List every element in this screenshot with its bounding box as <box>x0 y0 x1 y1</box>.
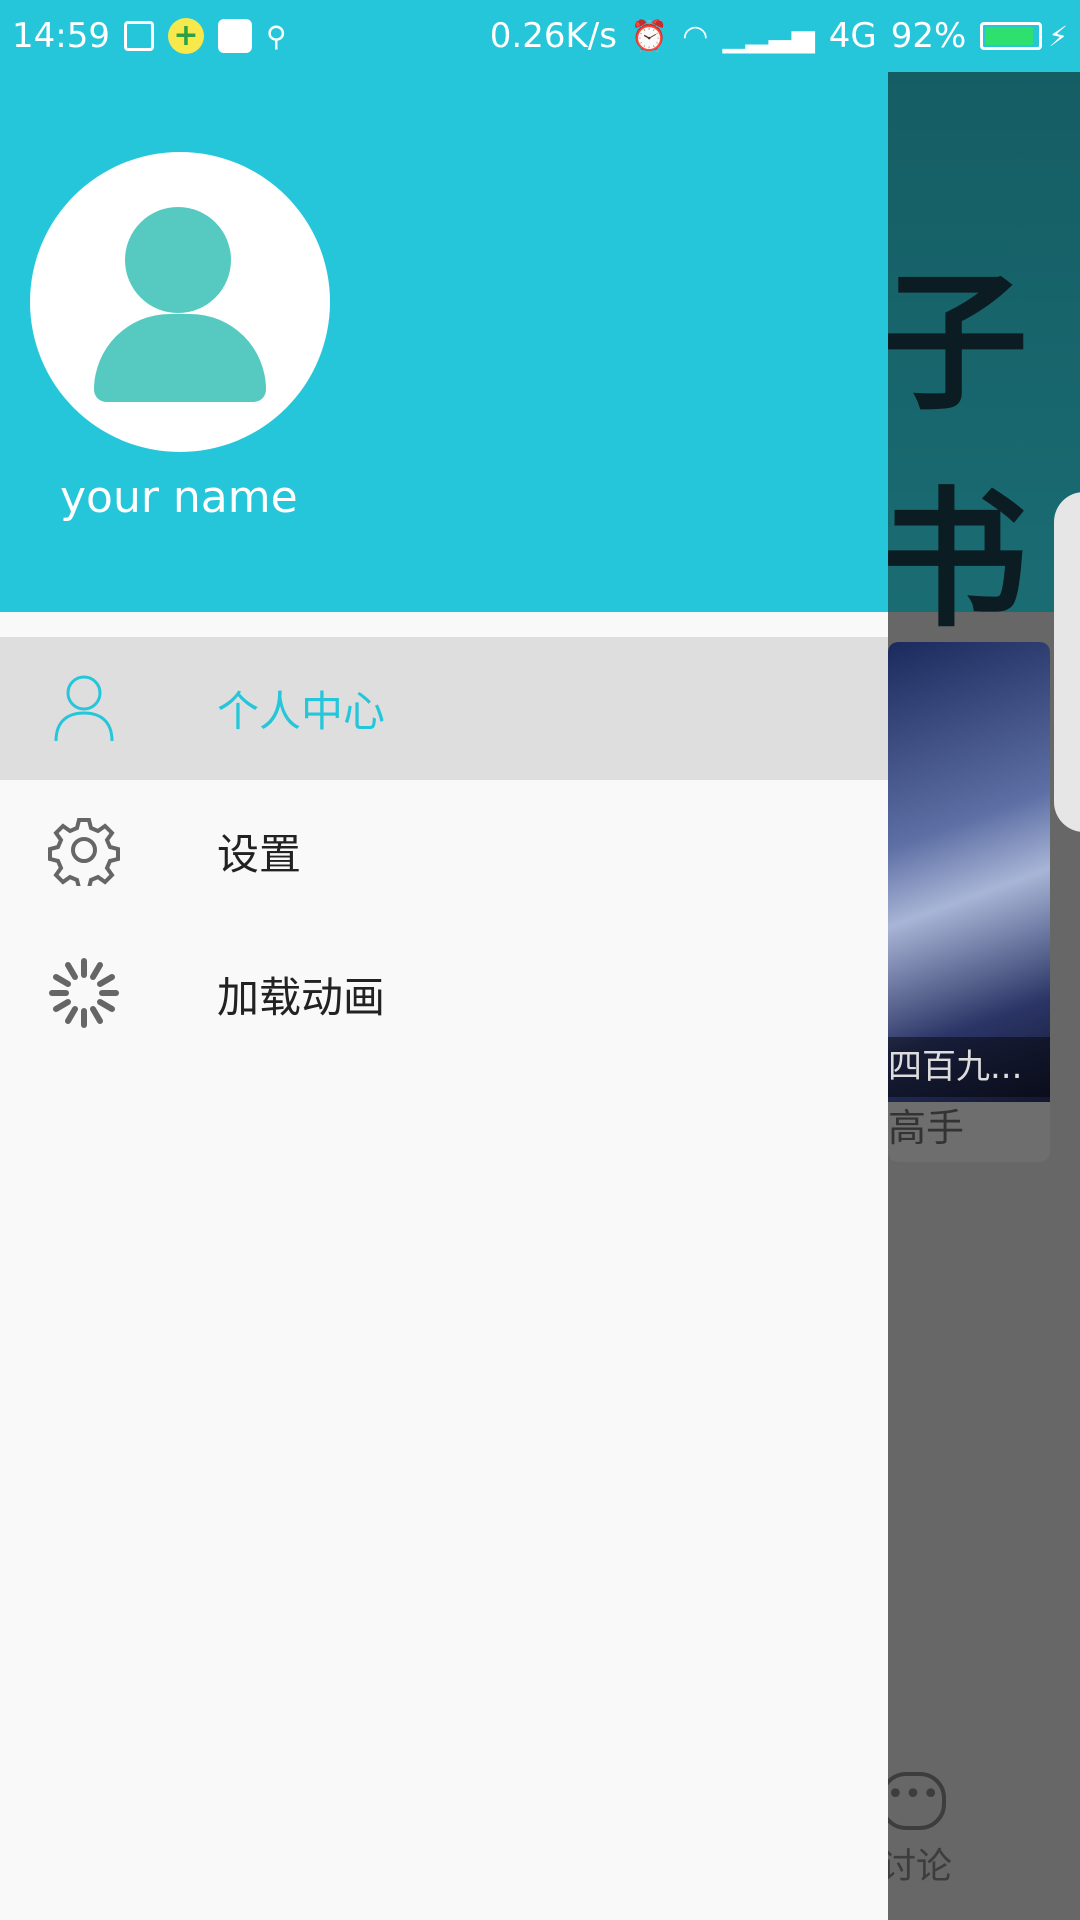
network-type: 4G <box>828 16 877 56</box>
book-title: 高手 <box>888 1106 965 1150</box>
user-name[interactable]: your name <box>60 472 298 523</box>
alarm-icon: ⏰ <box>630 18 669 54</box>
status-time: 14:59 <box>12 16 110 56</box>
menu-item-settings[interactable]: 设置 <box>0 780 888 923</box>
menu-item-personal-center[interactable]: 个人中心 <box>0 637 888 780</box>
drawer-header: your name <box>0 72 888 612</box>
avatar[interactable] <box>30 152 330 452</box>
banner-text: 子书 <box>878 255 1029 648</box>
gear-icon <box>48 818 120 886</box>
person-icon <box>54 675 114 742</box>
menu-label-loading-animation: 加载动画 <box>217 973 386 1022</box>
menu-item-loading-animation[interactable]: 加载动画 <box>0 923 888 1066</box>
floating-side-handle <box>1054 492 1080 832</box>
book-card: 四百九... 高手 <box>888 642 1050 1162</box>
status-bar: 14:59 + ⚲ 0.26K/s ⏰ ◠ ▁▂▃▅ 4G 92% ⚡ <box>0 0 1080 72</box>
battery-icon <box>980 22 1043 50</box>
screenshot-icon <box>123 21 154 51</box>
book-cover-image <box>888 642 1050 1102</box>
loading-spinner-icon <box>49 958 119 1028</box>
avatar-head-shape <box>125 207 231 313</box>
menu-label-personal-center: 个人中心 <box>217 687 386 736</box>
plus-app-icon: + <box>167 18 204 54</box>
navigation-drawer: your name 个人中心 设置 加载动画 <box>0 72 888 1920</box>
app-icon <box>217 19 252 53</box>
usb-icon: ⚲ <box>265 19 287 53</box>
book-caption: 四百九... <box>888 1037 1050 1097</box>
chat-bubble-icon: ••• <box>880 1772 946 1830</box>
network-speed: 0.26K/s <box>489 16 617 56</box>
avatar-body-shape <box>94 314 266 402</box>
battery-percent: 92% <box>890 16 967 56</box>
menu-label-settings: 设置 <box>217 830 302 879</box>
signal-icon: ▁▂▃▅ <box>722 18 815 54</box>
charging-icon: ⚡ <box>1048 19 1068 53</box>
tab-discussion-label: 讨论 <box>880 1846 953 1887</box>
wifi-icon: ◠ <box>682 18 709 54</box>
drawer-menu: 个人中心 设置 加载动画 <box>0 637 888 1066</box>
